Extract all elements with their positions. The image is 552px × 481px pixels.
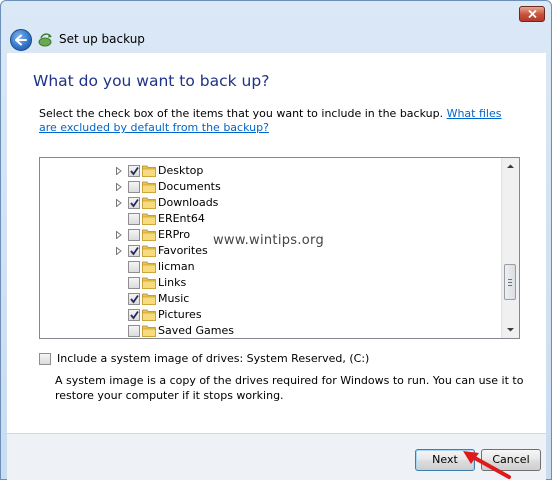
expand-arrow-icon[interactable] [116, 199, 122, 207]
backup-icon [38, 33, 52, 47]
tree-item-checkbox[interactable] [128, 181, 140, 193]
folder-icon [142, 181, 156, 193]
tree-item-checkbox[interactable] [128, 165, 140, 177]
system-image-label: Include a system image of drives: System… [57, 352, 370, 365]
folder-icon [142, 213, 156, 225]
scroll-up-icon [507, 164, 514, 168]
back-arrow-icon [15, 34, 27, 46]
checkmark-icon [130, 166, 139, 176]
watermark-text: www.wintips.org [213, 233, 325, 248]
tree-item-checkbox[interactable] [128, 213, 140, 225]
tree-item-checkbox[interactable] [128, 309, 140, 321]
scroll-grip [508, 285, 512, 286]
tree-item-label: Saved Games [158, 324, 234, 337]
checkmark-icon [130, 294, 139, 304]
system-image-description: A system image is a copy of the drives r… [55, 374, 524, 402]
tree-item[interactable]: Pictures [40, 307, 502, 323]
system-image-option[interactable]: Include a system image of drives: System… [39, 351, 519, 367]
tree-scrollbar[interactable] [501, 158, 519, 338]
tree-item-checkbox[interactable] [128, 229, 140, 241]
tree-item-checkbox[interactable] [128, 277, 140, 289]
backup-items-tree[interactable]: Desktop Documents Downloads EREnt64 ERPro Fav… [39, 157, 520, 339]
navigation-bar: Set up backup [7, 27, 545, 53]
tree-item[interactable]: Links [40, 275, 502, 291]
tree-item-checkbox[interactable] [128, 293, 140, 305]
tree-item-checkbox[interactable] [128, 325, 140, 337]
tree-item-label: ERPro [158, 228, 191, 241]
tree-item-label: Documents [158, 180, 221, 193]
content-panel: What do you want to back up? Select the … [7, 53, 546, 433]
tree-item-label: licman [158, 260, 195, 273]
folder-icon [142, 197, 156, 209]
red-arrow-annotation [463, 451, 511, 479]
tree-item-label: Music [158, 292, 190, 305]
folder-icon [142, 277, 156, 289]
expand-arrow-icon[interactable] [116, 231, 122, 239]
folder-icon [142, 229, 156, 241]
page-heading: What do you want to back up? [33, 72, 270, 90]
back-button[interactable] [10, 29, 32, 51]
tree-item[interactable]: Music [40, 291, 502, 307]
checkmark-icon [130, 246, 139, 256]
tree-item-label: Pictures [158, 308, 202, 321]
tree-item-checkbox[interactable] [128, 261, 140, 273]
tree-item[interactable]: Desktop [40, 163, 502, 179]
instruction-text: Select the check box of the items that y… [39, 107, 519, 135]
instruction-label: Select the check box of the items that y… [39, 107, 444, 120]
window-title: Set up backup [59, 32, 145, 46]
checkmark-icon [130, 310, 139, 320]
tree-item-checkbox[interactable] [128, 245, 140, 257]
scroll-grip [508, 282, 512, 283]
tree-item[interactable]: Documents [40, 179, 502, 195]
tree-item-label: Favorites [158, 244, 208, 257]
folder-icon [142, 309, 156, 321]
tree-item-label: EREnt64 [158, 212, 205, 225]
tree-item[interactable]: licman [40, 259, 502, 275]
tree-item-checkbox[interactable] [128, 197, 140, 209]
expand-arrow-icon[interactable] [116, 183, 122, 191]
scroll-thumb[interactable] [504, 264, 516, 300]
tree-item-label: Links [158, 276, 187, 289]
folder-icon [142, 293, 156, 305]
setup-backup-window: Set up backup What do you want to back u… [0, 0, 552, 480]
window-close-button[interactable] [519, 6, 545, 22]
checkmark-icon [130, 198, 139, 208]
folder-icon [142, 325, 156, 337]
scroll-grip [508, 279, 512, 280]
tree-item-label: Desktop [158, 164, 204, 177]
tree-item[interactable]: Downloads [40, 195, 502, 211]
folder-icon [142, 165, 156, 177]
scroll-down-button[interactable] [502, 321, 519, 338]
tree-item[interactable]: EREnt64 [40, 211, 502, 227]
expand-arrow-icon[interactable] [116, 247, 122, 255]
system-image-checkbox[interactable] [39, 353, 51, 365]
scroll-down-icon [507, 328, 514, 332]
close-icon [528, 10, 537, 18]
scroll-up-button[interactable] [502, 158, 519, 175]
folder-icon [142, 245, 156, 257]
folder-icon [142, 261, 156, 273]
tree-item[interactable]: Saved Games [40, 323, 502, 338]
tree-item-label: Downloads [158, 196, 219, 209]
title-bar [1, 1, 551, 27]
expand-arrow-icon[interactable] [116, 167, 122, 175]
